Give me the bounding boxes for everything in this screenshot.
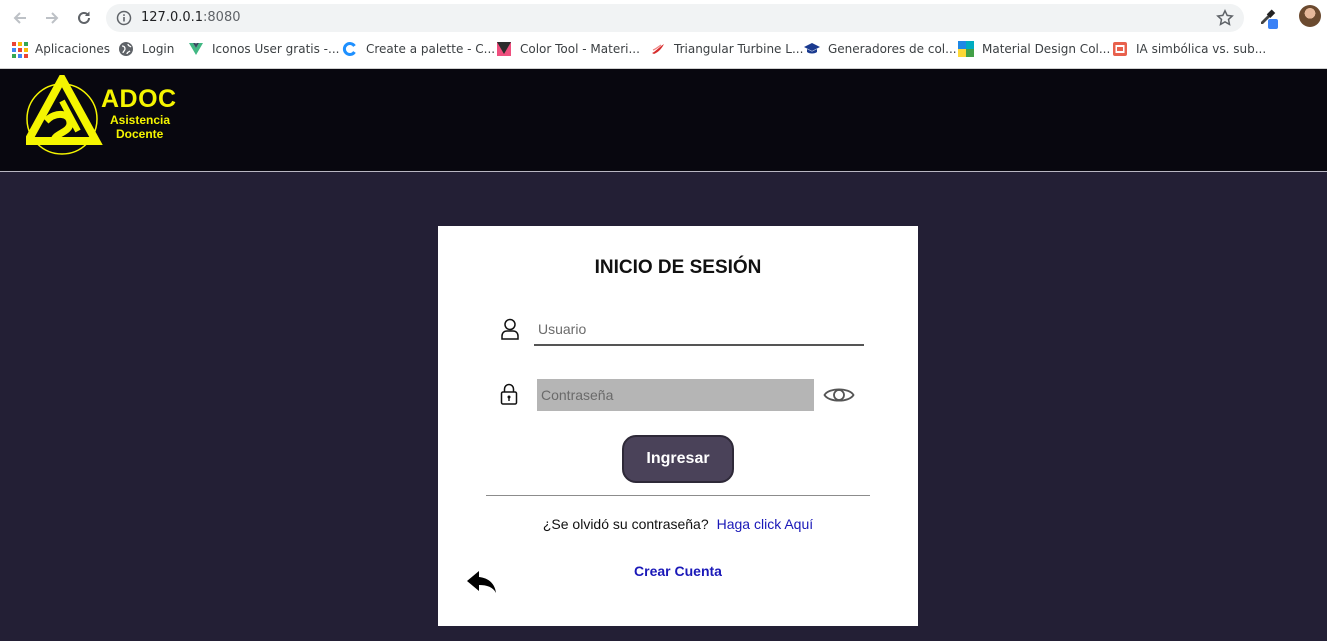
bookmarks-bar: Aplicaciones Login Iconos User gratis -.… [0,38,1327,60]
login-card: INICIO DE SESIÓN Ingresar ¿Se olvidó su … [438,226,918,626]
material-palette-icon [958,41,974,57]
logo-title: ADOC [101,85,177,113]
bookmark-material-design[interactable]: Material Design Col... [958,38,1110,60]
bookmark-ia-simbolica[interactable]: IA simbólica vs. sub... [1112,38,1266,60]
bookmark-login[interactable]: Login [118,38,174,60]
bookmark-label: Create a palette - C... [366,42,496,56]
forward-arrow-icon[interactable] [40,6,64,30]
forgot-password-link[interactable]: Haga click Aquí [717,516,814,532]
bookmark-generadores[interactable]: Generadores de col... [804,38,957,60]
logo-subtitle-2: Docente [116,127,164,141]
url-port: :8080 [203,10,241,25]
address-bar[interactable]: 127.0.0.1:8080 [106,4,1244,32]
divider [486,495,870,496]
url-host: 127.0.0.1 [141,10,204,25]
info-icon[interactable] [116,10,132,26]
bookmark-label: Iconos User gratis -... [212,42,340,56]
color-tool-icon [497,42,511,56]
bookmark-color-tool[interactable]: Color Tool - Materi... [496,38,640,60]
bookmark-label: Material Design Col... [982,42,1111,56]
bookmark-label: Color Tool - Materi... [520,42,640,56]
bookmark-label: IA simbólica vs. sub... [1136,42,1267,56]
create-account-link[interactable]: Crear Cuenta [438,563,918,579]
profile-avatar[interactable] [1299,5,1321,27]
globe-icon [119,42,133,56]
logo-subtitle-1: Asistencia [110,113,171,127]
browser-chrome: 127.0.0.1:8080 Aplicaciones Login Iconos… [0,0,1327,69]
show-password-eye-icon[interactable] [823,384,855,406]
forgot-password-text: ¿Se olvidó su contraseña? [542,516,709,532]
bookmark-create-palette[interactable]: Create a palette - C... [342,38,495,60]
bookmark-aplicaciones[interactable]: Aplicaciones [11,38,110,60]
back-arrow-icon[interactable] [8,6,32,30]
c-logo-icon [342,42,356,56]
bookmark-label: Generadores de col... [828,42,957,56]
forgot-password-row: ¿Se olvidó su contraseña? Haga click Aquí [438,516,918,532]
eyedropper-extension-icon[interactable] [1258,7,1280,29]
bookmark-label: Aplicaciones [35,42,110,56]
vue-icon [189,43,203,55]
login-title: INICIO DE SESIÓN [594,257,762,278]
bookmark-label: Triangular Turbine L... [674,42,804,56]
graduation-cap-icon [804,43,820,54]
lock-icon [500,383,518,405]
reload-icon[interactable] [72,6,96,30]
username-input[interactable] [534,314,864,346]
bookmark-star-icon[interactable] [1216,9,1234,27]
login-submit-button[interactable]: Ingresar [622,435,734,483]
slides-icon [1113,42,1127,56]
bookmark-label: Login [142,42,175,56]
url-text: 127.0.0.1:8080 [141,10,241,25]
user-icon [501,318,519,340]
bookmark-iconos-user[interactable]: Iconos User gratis -... [188,38,339,60]
password-input[interactable] [537,379,814,411]
apps-grid-icon [11,41,28,58]
bookmark-triangular-turbine[interactable]: Triangular Turbine L... [650,38,803,60]
app-header: ADOC Asistencia Docente [0,69,1327,172]
turbine-icon [652,44,664,54]
